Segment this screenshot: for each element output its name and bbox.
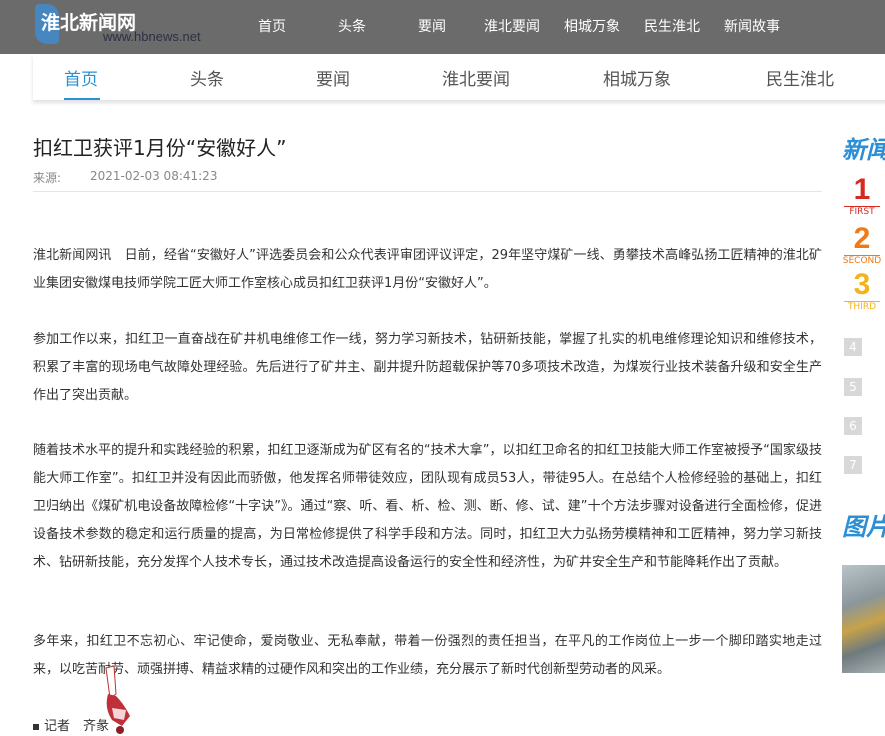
sub-nav-headlines[interactable]: 头条 [190, 65, 224, 90]
sidebar-photos-heading: 图片 [842, 513, 885, 541]
top-nav-home[interactable]: 首页 [232, 0, 312, 54]
rank-number: 2 [853, 222, 871, 255]
source-label: 来源: [33, 171, 62, 185]
article-paragraph: 随着技术水平的提升和实践经验的积累，扣红卫逐渐成为矿区有名的“技术大拿”，以扣红… [33, 443, 822, 570]
rank-first-badge: 1 FIRST [842, 175, 882, 218]
reporter-line: 记者 齐彖 [33, 715, 109, 734]
top-nav-xiangcheng[interactable]: 相城万象 [552, 0, 632, 54]
sub-nav: 首页 头条 要闻 淮北要闻 相城万象 民生淮北 [33, 54, 885, 100]
site-logo[interactable]: 淮北新闻网 www.hbnews.net [33, 2, 223, 50]
floating-ad-icon[interactable] [100, 664, 134, 736]
rank-label: SECOND [842, 256, 882, 266]
sub-nav-home[interactable]: 首页 [64, 65, 98, 90]
article-paragraph: 淮北新闻网讯 日前，经省“安徽好人”评选委员会和公众代表评审团评议评定，29年坚… [33, 248, 822, 291]
rank-second-badge: 2 SECOND [842, 224, 882, 267]
top-header: 淮北新闻网 www.hbnews.net 首页 头条 要闻 淮北要闻 相城万象 … [0, 0, 885, 54]
top-nav: 首页 头条 要闻 淮北要闻 相城万象 民生淮北 新闻故事 [232, 0, 792, 54]
rank-7-badge: 7 [844, 456, 862, 474]
article-title: 扣红卫获评1月份“安徽好人” [33, 136, 287, 160]
rank-number: 1 [853, 173, 871, 206]
rank-label: THIRD [847, 302, 877, 312]
rank-6-badge: 6 [844, 417, 862, 435]
sub-nav-xiangcheng[interactable]: 相城万象 [603, 65, 671, 90]
sub-nav-important[interactable]: 要闻 [316, 65, 350, 90]
article-paragraph: 多年来，扣红卫不忘初心、牢记使命，爱岗敬业、无私奉献，带着一份强烈的责任担当，在… [33, 634, 822, 677]
top-nav-headlines[interactable]: 头条 [312, 0, 392, 54]
sub-nav-livelihood[interactable]: 民生淮北 [766, 65, 834, 90]
logo-url: www.hbnews.net [103, 29, 201, 44]
top-nav-huaibei-news[interactable]: 淮北要闻 [472, 0, 552, 54]
sub-nav-huaibei-news[interactable]: 淮北要闻 [442, 65, 510, 90]
rank-label: FIRST [849, 207, 875, 217]
article-meta: 来源: 2021-02-03 08:41:23 [33, 169, 217, 186]
rank-4-badge: 4 [844, 338, 862, 356]
active-tab-underline [64, 98, 100, 100]
photo-thumbnail[interactable] [842, 565, 885, 673]
rank-number: 3 [853, 268, 871, 301]
rank-third-badge: 3 THIRD [842, 270, 882, 313]
bullet-square-icon [33, 723, 39, 730]
title-divider [33, 191, 822, 192]
top-nav-stories[interactable]: 新闻故事 [712, 0, 792, 54]
article-paragraph: 参加工作以来，扣红卫一直奋战在矿井机电维修工作一线，努力学习新技术，钻研新技能，… [33, 332, 822, 403]
top-nav-livelihood[interactable]: 民生淮北 [632, 0, 712, 54]
rank-5-badge: 5 [844, 378, 862, 396]
top-nav-important[interactable]: 要闻 [392, 0, 472, 54]
publish-date: 2021-02-03 08:41:23 [90, 169, 218, 183]
sidebar-news-heading: 新闻 [842, 136, 885, 164]
